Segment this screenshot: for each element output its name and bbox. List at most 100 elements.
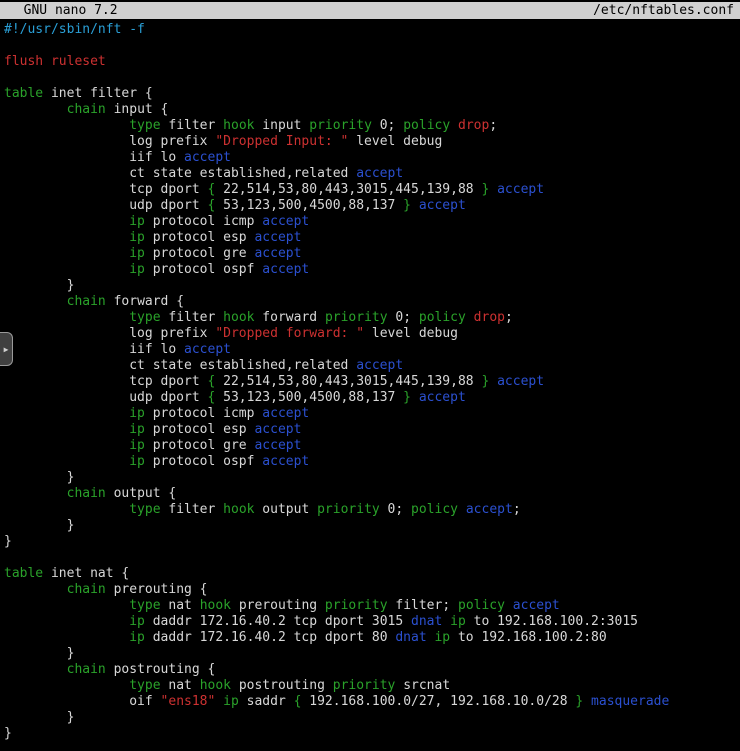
code-token: priority [325, 310, 388, 325]
code-token: ip [129, 406, 145, 421]
code-token: chain [67, 102, 106, 117]
code-token: policy [403, 118, 450, 133]
code-token: iif lo [4, 342, 184, 357]
code-token: ip [129, 438, 145, 453]
code-token: ip [129, 262, 145, 277]
code-token: accept [254, 246, 301, 261]
code-token: table [4, 566, 43, 581]
code-token: 0; [388, 310, 419, 325]
code-token [466, 310, 474, 325]
code-line [4, 70, 740, 86]
nano-titlebar: GNU nano 7.2 /etc/nftables.conf [0, 2, 740, 19]
code-token: accept [254, 438, 301, 453]
code-token: nat [161, 598, 200, 613]
code-token: priority [317, 502, 380, 517]
code-token [4, 262, 129, 277]
code-token: ip [223, 694, 239, 709]
code-line: ip protocol esp accept [4, 422, 740, 438]
code-token: to 192.168.100.2:80 [450, 630, 607, 645]
code-line: } [4, 726, 740, 742]
code-token: type [129, 502, 160, 517]
code-line: ct state established,related accept [4, 358, 740, 374]
code-token [489, 182, 497, 197]
code-token: accept [184, 150, 231, 165]
code-token [4, 678, 129, 693]
code-token: accept [262, 406, 309, 421]
code-token [4, 214, 129, 229]
code-line: type filter hook output priority 0; poli… [4, 502, 740, 518]
code-token: accept [513, 598, 560, 613]
code-token: tcp dport [4, 182, 208, 197]
code-token: 0; [372, 118, 403, 133]
code-line: ct state established,related accept [4, 166, 740, 182]
code-token [583, 694, 591, 709]
code-token [411, 198, 419, 213]
code-token: protocol ospf [145, 454, 262, 469]
code-token: } [403, 390, 411, 405]
code-token: accept [262, 214, 309, 229]
code-token: protocol esp [145, 422, 255, 437]
editor-content[interactable]: #!/usr/sbin/nft -f flush ruleset table i… [0, 19, 740, 742]
code-line: type nat hook postrouting priority srcna… [4, 678, 740, 694]
code-token: 192.168.100.0/27, 192.168.10.0/28 [301, 694, 575, 709]
code-token: ip [450, 614, 466, 629]
code-line: chain input { [4, 102, 740, 118]
code-token: filter; [388, 598, 458, 613]
side-panel-toggle[interactable]: ▶ [0, 332, 13, 366]
code-token [4, 406, 129, 421]
code-line: } [4, 710, 740, 726]
code-token: ip [129, 422, 145, 437]
code-token: 53,123,500,4500,88,137 [215, 198, 403, 213]
code-token: protocol gre [145, 438, 255, 453]
code-token: udp dport [4, 198, 208, 213]
code-token [4, 102, 67, 117]
code-token: hook [223, 118, 254, 133]
code-line: ip protocol ospf accept [4, 454, 740, 470]
code-token: prerouting { [106, 582, 208, 597]
code-line: iif lo accept [4, 150, 740, 166]
code-token [4, 438, 129, 453]
code-token: accept [466, 502, 513, 517]
code-line: ip protocol icmp accept [4, 406, 740, 422]
code-token: dnat [411, 614, 442, 629]
code-line [4, 550, 740, 566]
code-line: ip protocol esp accept [4, 230, 740, 246]
code-token: accept [254, 230, 301, 245]
code-token: policy [458, 598, 505, 613]
code-line: tcp dport { 22,514,53,80,443,3015,445,13… [4, 182, 740, 198]
code-token: output [254, 502, 317, 517]
code-token: priority [333, 678, 396, 693]
code-token: masquerade [591, 694, 669, 709]
code-token: drop [474, 310, 505, 325]
code-token: postrouting { [106, 662, 216, 677]
code-token: flush ruleset [4, 54, 106, 69]
code-token [215, 694, 223, 709]
code-token: ip [129, 246, 145, 261]
code-token: daddr 172.16.40.2 tcp dport 80 [145, 630, 395, 645]
code-line: } [4, 518, 740, 534]
code-token: "ens18" [161, 694, 216, 709]
code-line: } [4, 470, 740, 486]
code-token: accept [497, 374, 544, 389]
code-line: oif "ens18" ip saddr { 192.168.100.0/27,… [4, 694, 740, 710]
code-token: } [4, 726, 12, 741]
code-line: flush ruleset [4, 54, 740, 70]
code-token: } [4, 470, 74, 485]
code-token: filter [161, 310, 224, 325]
code-line: chain output { [4, 486, 740, 502]
code-line: ip daddr 172.16.40.2 tcp dport 3015 dnat… [4, 614, 740, 630]
code-token: prerouting [231, 598, 325, 613]
code-token: priority [309, 118, 372, 133]
code-line: udp dport { 53,123,500,4500,88,137 } acc… [4, 390, 740, 406]
code-token: hook [223, 502, 254, 517]
code-line: ip protocol gre accept [4, 438, 740, 454]
code-token: type [129, 598, 160, 613]
code-token: type [129, 678, 160, 693]
code-token: level debug [364, 326, 458, 341]
code-token: saddr [239, 694, 294, 709]
code-token: table [4, 86, 43, 101]
code-line: } [4, 278, 740, 294]
code-token: input { [106, 102, 169, 117]
code-token: daddr 172.16.40.2 tcp dport 3015 [145, 614, 411, 629]
code-token: chain [67, 294, 106, 309]
